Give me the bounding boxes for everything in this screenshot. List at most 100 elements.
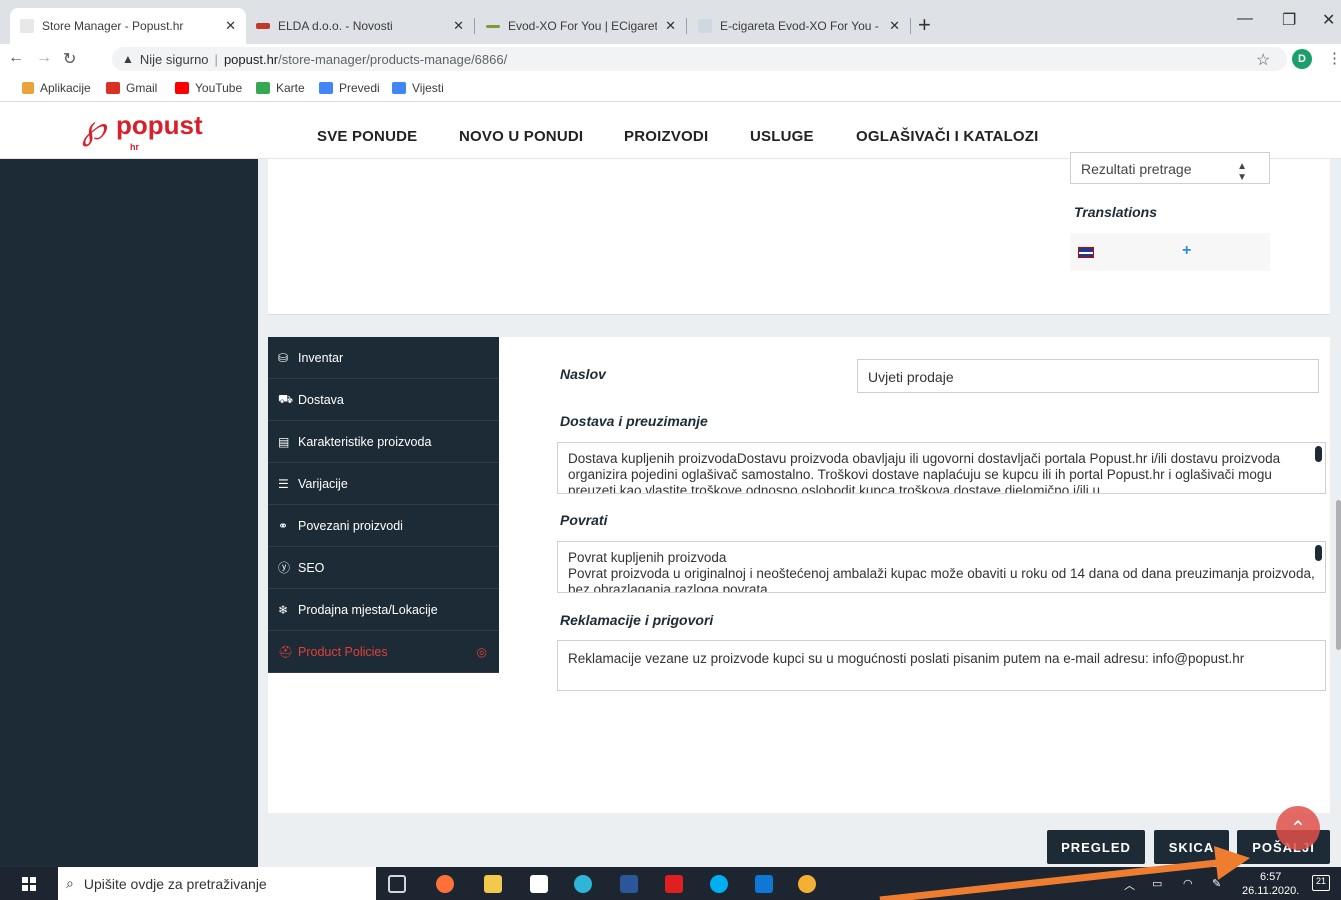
- translate-icon: [319, 82, 333, 94]
- database-icon: ⛁: [278, 350, 289, 365]
- tab-inventar[interactable]: ⛁ Inventar: [268, 337, 499, 379]
- word-icon[interactable]: [620, 875, 638, 893]
- povrati-textarea[interactable]: Povrat kupljenih proizvoda Povrat proizv…: [557, 541, 1326, 593]
- nav-proizvodi[interactable]: PROIZVODI: [624, 128, 708, 145]
- bookmark-prevedi[interactable]: Prevedi: [319, 81, 380, 95]
- tab-title: ELDA d.o.o. - Novosti: [278, 19, 393, 33]
- list-icon: ▤: [278, 434, 290, 449]
- minimize-icon[interactable]: —: [1237, 10, 1253, 28]
- popust-logo[interactable]: ℘ popust hr: [82, 108, 222, 156]
- apps-grid-icon: [22, 82, 34, 94]
- tab-evod-popust[interactable]: E-cigareta Evod-XO For You - Po ✕: [688, 8, 910, 44]
- page-favicon-icon: [20, 19, 34, 33]
- close-tab-icon[interactable]: ✕: [225, 18, 236, 34]
- acrobat-icon[interactable]: [665, 875, 683, 893]
- windows-taskbar: ⌕ Upišite ovdje za pretraživanje ︿ ▭ ◠ ✎…: [0, 867, 1341, 900]
- firefox-icon[interactable]: [436, 875, 454, 893]
- windows-start-icon[interactable]: [22, 877, 36, 891]
- dostava-textarea[interactable]: Dostava kupljenih proizvodaDostavu proiz…: [557, 442, 1326, 494]
- preview-button[interactable]: PREGLED: [1047, 830, 1145, 864]
- file-explorer-icon[interactable]: [484, 875, 502, 893]
- uk-flag-icon[interactable]: [1078, 247, 1094, 258]
- tab-prodajna-mjesta[interactable]: ❄ Prodajna mjesta/Lokacije: [268, 589, 499, 631]
- reklamacije-label: Reklamacije i prigovori: [560, 612, 714, 628]
- news-icon: [392, 82, 406, 94]
- tab-seo[interactable]: ⓨ SEO: [268, 547, 499, 589]
- bookmark-youtube[interactable]: YouTube: [175, 81, 242, 95]
- profile-avatar[interactable]: D: [1292, 49, 1312, 69]
- search-icon: ⌕: [66, 875, 74, 891]
- close-tab-icon[interactable]: ✕: [453, 18, 464, 34]
- security-warning[interactable]: Nije sigurno: [140, 52, 209, 67]
- translations-row: +: [1070, 233, 1270, 271]
- tab-evod-shop[interactable]: Evod-XO For You | ECigareta Sho ✕: [476, 8, 686, 44]
- tray-chevron-icon[interactable]: ︿: [1124, 877, 1135, 893]
- address-bar-row: ← → ↻ ▲ Nije sigurno | popust.hr /store-…: [0, 44, 1341, 74]
- add-translation-button[interactable]: +: [1182, 242, 1191, 260]
- reload-icon[interactable]: ↻: [63, 49, 76, 69]
- naslov-input[interactable]: Uvjeti prodaje: [857, 359, 1319, 393]
- tab-dostava[interactable]: ⛟ Dostava: [268, 379, 499, 421]
- nav-novo-u-ponudi[interactable]: NOVO U PONUDI: [459, 128, 583, 145]
- nav-usluge[interactable]: USLUGE: [750, 128, 814, 145]
- close-window-icon[interactable]: ✕: [1322, 10, 1335, 30]
- tab-varijacije[interactable]: ☰ Varijacije: [268, 463, 499, 505]
- store-icon[interactable]: [530, 875, 548, 893]
- back-icon[interactable]: ←: [8, 49, 24, 67]
- dostava-label: Dostava i preuzimanje: [560, 413, 708, 429]
- bookmark-vijesti[interactable]: Vijesti: [392, 81, 444, 95]
- textarea-scrollbar[interactable]: [1315, 446, 1322, 462]
- skype-icon[interactable]: [710, 875, 728, 893]
- product-tabs-menu: ⛁ Inventar ⛟ Dostava ▤ Karakteristike pr…: [268, 337, 499, 673]
- page-scrollbar[interactable]: [1336, 500, 1341, 650]
- evod-favicon-icon: [486, 24, 500, 28]
- tab-elda[interactable]: ELDA d.o.o. - Novosti ✕: [246, 8, 474, 44]
- wifi-icon[interactable]: ◠: [1183, 877, 1193, 890]
- warning-icon[interactable]: ▲: [122, 52, 134, 66]
- bookmark-star-icon[interactable]: ☆: [1256, 50, 1270, 70]
- browser-menu-icon[interactable]: ⋮: [1327, 49, 1341, 67]
- link-icon: ⚭: [278, 518, 289, 533]
- active-target-icon: ◎: [476, 644, 487, 659]
- tab-title: Evod-XO For You | ECigareta Sho: [508, 19, 658, 33]
- bookmark-gmail[interactable]: Gmail: [106, 81, 157, 95]
- logo-swirl-icon: ℘: [82, 108, 106, 148]
- tab-store-manager[interactable]: Store Manager - Popust.hr ✕: [10, 8, 246, 44]
- url-field[interactable]: ▲ Nije sigurno | popust.hr /store-manage…: [112, 47, 1287, 71]
- notifications-icon[interactable]: 21: [1312, 875, 1330, 891]
- dashboard-sidebar: [0, 159, 258, 867]
- forward-icon[interactable]: →: [36, 49, 52, 67]
- close-tab-icon[interactable]: ✕: [889, 18, 900, 34]
- truck-icon: ⛟: [278, 391, 294, 406]
- new-tab-button[interactable]: +: [918, 12, 931, 38]
- scroll-to-top-button[interactable]: ⌃: [1276, 806, 1320, 850]
- taskbar-search[interactable]: ⌕ Upišite ovdje za pretraživanje: [58, 867, 376, 900]
- battery-icon[interactable]: ▭: [1152, 877, 1162, 890]
- url-host: popust.hr: [223, 51, 279, 67]
- draft-button[interactable]: SKICA: [1154, 830, 1229, 864]
- edge-icon[interactable]: [574, 875, 592, 893]
- logo-word: popust: [116, 110, 203, 140]
- tab-karakteristike[interactable]: ▤ Karakteristike proizvoda: [268, 421, 499, 463]
- bookmark-apps[interactable]: Aplikacije: [22, 81, 91, 95]
- tasks-icon: ☰: [278, 476, 289, 491]
- visibility-select[interactable]: Rezultati pretrage ▲ ▼: [1070, 152, 1270, 184]
- taskbar-clock[interactable]: 6:57 26.11.2020.: [1242, 870, 1299, 898]
- chrome-icon[interactable]: [798, 875, 816, 893]
- close-tab-icon[interactable]: ✕: [665, 18, 676, 34]
- url-path: /store-manager/products-manage/6866/: [278, 51, 508, 67]
- povrati-label: Povrati: [560, 512, 608, 528]
- nav-sve-ponude[interactable]: SVE PONUDE: [317, 128, 417, 145]
- pen-icon[interactable]: ✎: [1212, 877, 1221, 890]
- outlook-icon[interactable]: [755, 875, 773, 893]
- textarea-scrollbar[interactable]: [1315, 545, 1322, 561]
- task-view-icon[interactable]: [388, 875, 406, 893]
- tab-product-policies[interactable]: ⛑ Product Policies ◎: [268, 631, 499, 673]
- ambulance-icon: ⛑: [278, 644, 294, 659]
- tab-povezani[interactable]: ⚭ Povezani proizvodi: [268, 505, 499, 547]
- reklamacije-textarea[interactable]: Reklamacije vezane uz proizvode kupci su…: [557, 640, 1326, 691]
- nav-oglasivaci[interactable]: OGLAŠIVAČI I KATALOZI: [856, 128, 1039, 145]
- maps-icon: [256, 82, 270, 94]
- bookmark-karte[interactable]: Karte: [256, 81, 305, 95]
- restore-icon[interactable]: ❐: [1282, 10, 1296, 30]
